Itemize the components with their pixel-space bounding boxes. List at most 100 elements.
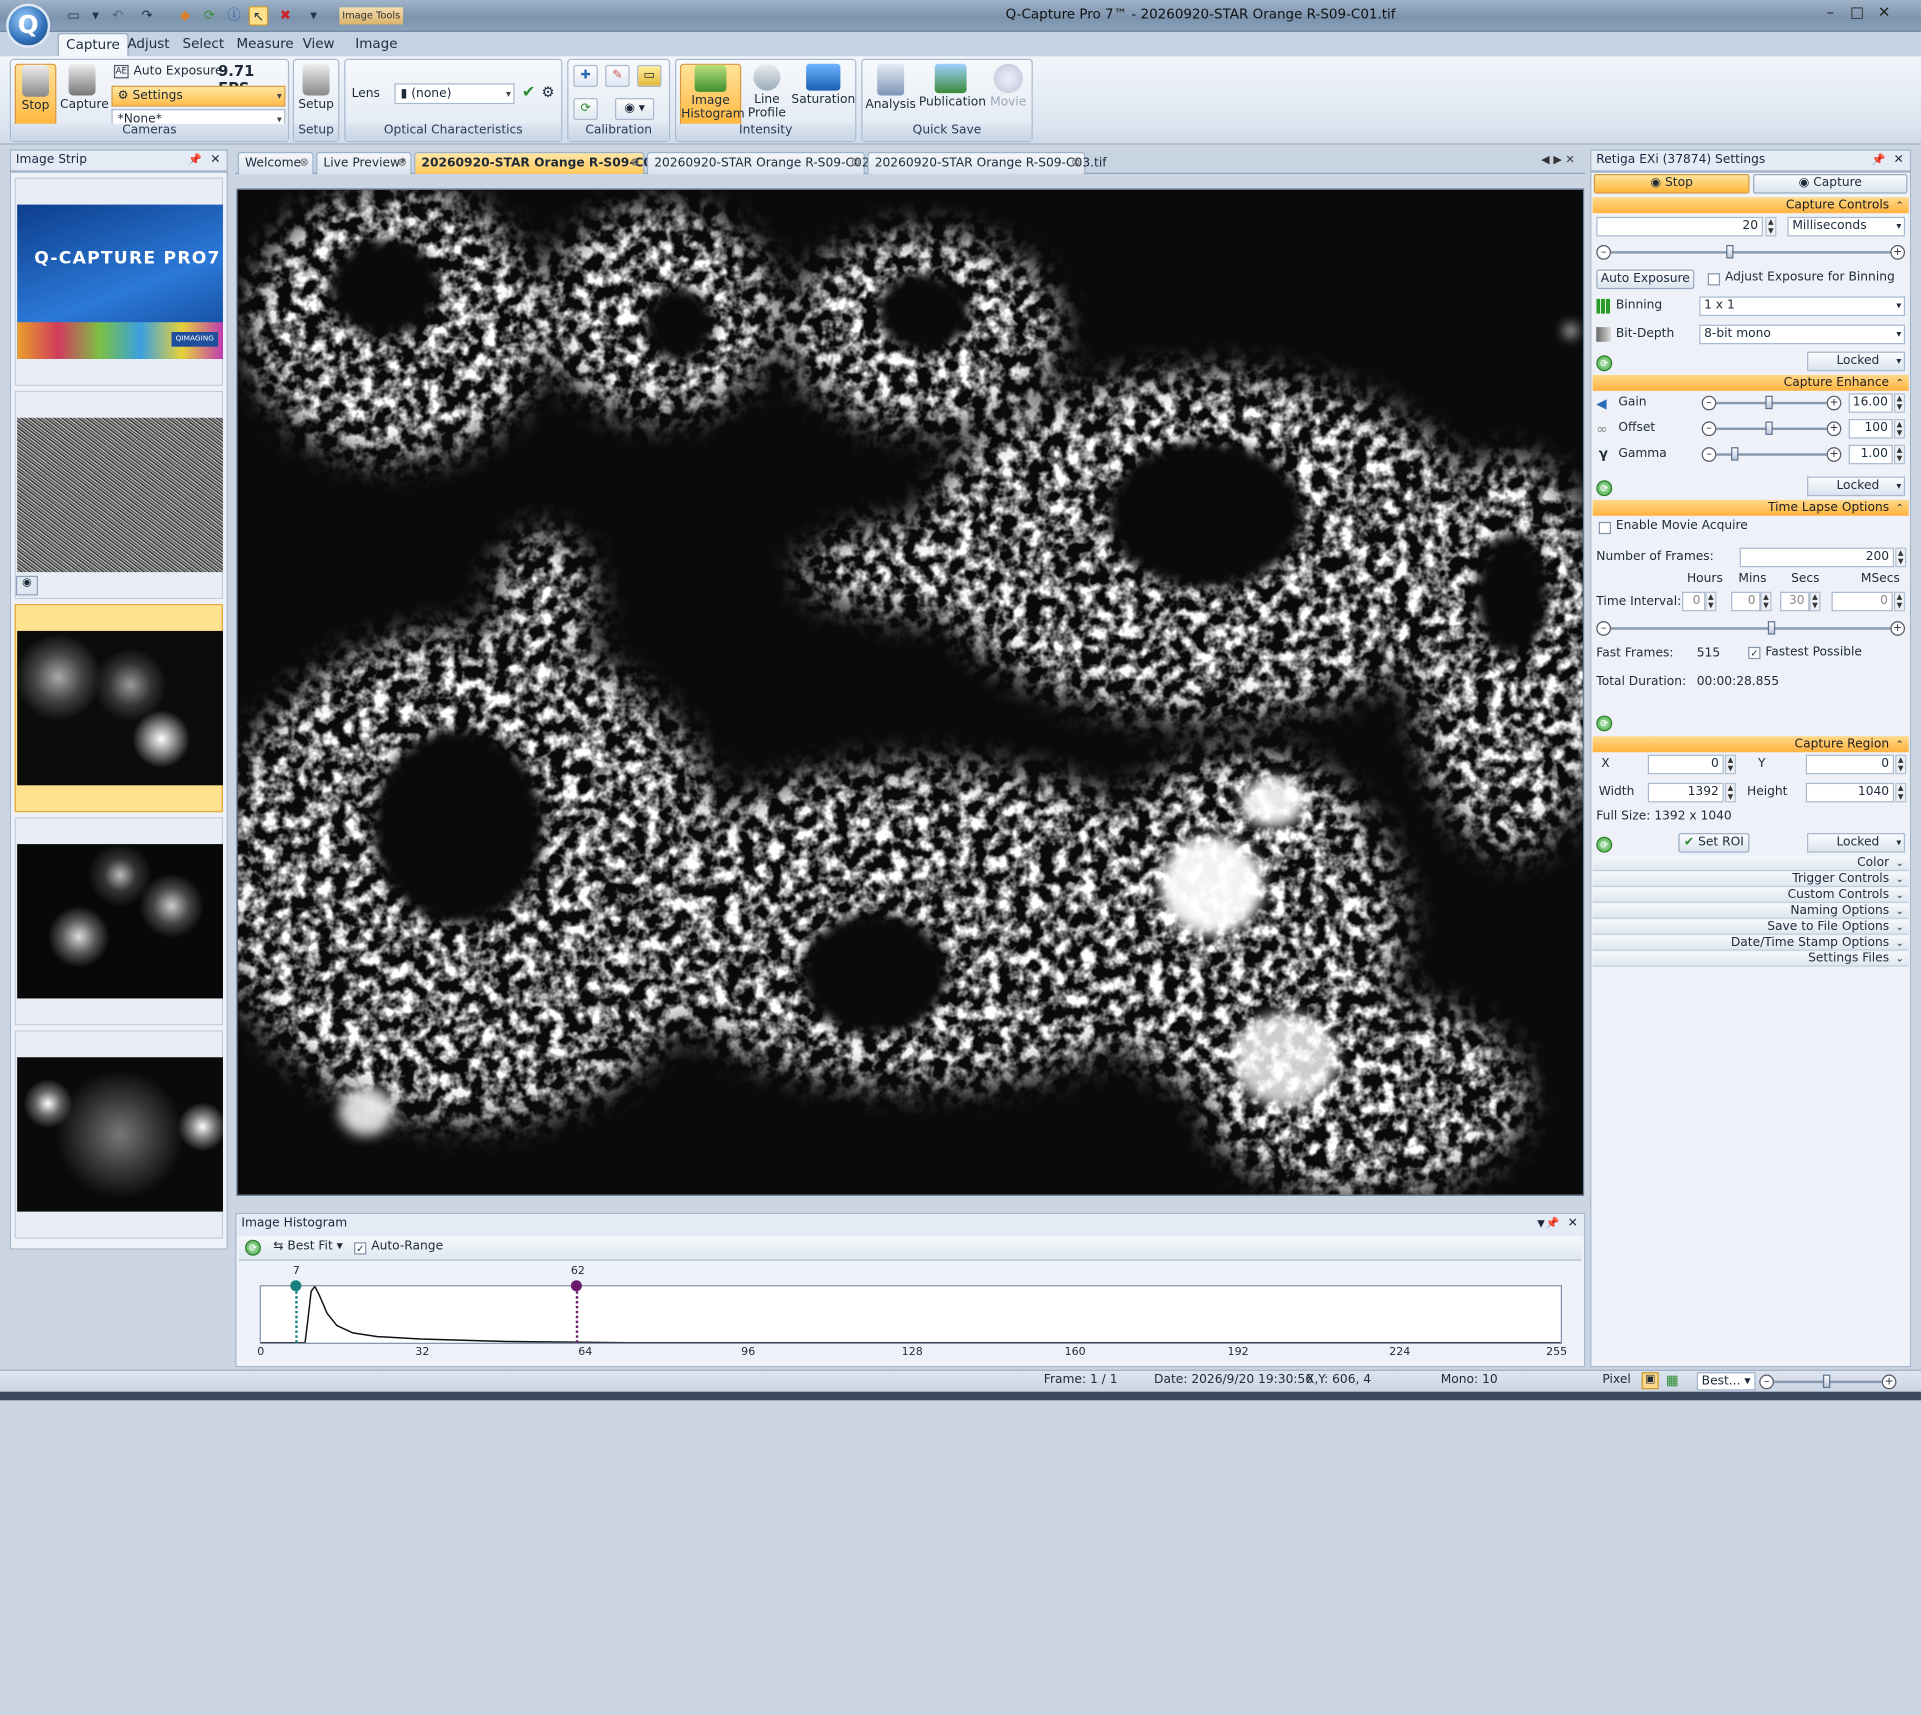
hours-input[interactable]: 0 (1682, 591, 1706, 612)
minus-icon[interactable]: – (1701, 447, 1717, 462)
minus-icon[interactable]: – (1596, 245, 1612, 260)
lens-settings-icon[interactable]: ⚙ (541, 83, 554, 100)
x-spinner[interactable]: ▲ ▼ (1724, 754, 1736, 775)
undo-icon[interactable]: ↶ (108, 6, 128, 26)
height-input[interactable]: 1040 (1805, 782, 1895, 803)
doc-tab-c03[interactable]: 20260920-STAR Orange R-S09-C03.tif ⊗ (867, 151, 1107, 174)
low-marker-handle[interactable] (290, 1280, 302, 1292)
plus-icon[interactable]: + (1881, 1374, 1897, 1390)
thumbnail-welcome[interactable]: Q-CAPTURE PRO7 QIMAGING (14, 177, 223, 386)
minimize-icon[interactable]: – (1818, 2, 1843, 22)
close-tab-icon[interactable]: ⊗ (851, 153, 860, 174)
zoom-select[interactable]: Best... ▾ (1696, 1372, 1756, 1391)
set-roi-button[interactable]: ✔ Set ROI (1678, 833, 1750, 853)
high-marker-handle[interactable] (570, 1280, 582, 1292)
stop-tab-button[interactable]: ◉ Stop (1593, 173, 1750, 194)
minus-icon[interactable]: – (1701, 421, 1717, 437)
enable-movie-checkbox[interactable] (1598, 521, 1612, 535)
saturation-button[interactable]: Saturation (791, 63, 855, 128)
delete-icon[interactable]: ✖ (276, 6, 296, 26)
width-spinner[interactable]: ▲ ▼ (1724, 782, 1736, 803)
gain-input[interactable]: 16.00 (1848, 393, 1893, 413)
capture-controls-header[interactable]: Capture Controls ⌃ (1592, 197, 1909, 214)
lens-dropdown[interactable]: ▮ (none) ▾ (394, 83, 515, 105)
calibrate-time-icon[interactable]: ▭ (637, 64, 662, 87)
bit-depth-select[interactable]: 8-bit mono ▾ (1699, 324, 1906, 345)
doc-tab-welcome[interactable]: Welcome ⊗ (237, 151, 314, 174)
height-spinner[interactable]: ▲ ▼ (1895, 782, 1907, 803)
plus-icon[interactable]: + (1826, 447, 1842, 462)
tab-scroll-icons[interactable]: ◀▶✕ (1541, 154, 1578, 166)
y-input[interactable]: 0 (1805, 754, 1895, 775)
publication-button[interactable]: Publication (919, 63, 986, 128)
secs-spinner[interactable]: ▲ ▼ (1809, 591, 1821, 612)
tab-view[interactable]: View (295, 33, 342, 56)
gain-spinner[interactable]: ▲ ▼ (1894, 393, 1906, 413)
frames-spinner[interactable]: ▲ ▼ (1895, 547, 1907, 568)
pin-icon[interactable]: 📌 (188, 151, 202, 171)
close-tab-icon[interactable]: ⊗ (397, 153, 406, 174)
best-fit-dropdown[interactable]: ⇆ Best Fit ▾ (273, 1240, 343, 1253)
histogram-chart[interactable] (259, 1284, 1563, 1344)
offset-slider[interactable]: – + (1701, 420, 1842, 437)
gamma-slider[interactable]: – + (1701, 446, 1842, 463)
app-menu-button[interactable]: Q (6, 3, 51, 48)
mins-spinner[interactable]: ▲ ▼ (1760, 591, 1772, 612)
tab-capture[interactable]: Capture (57, 33, 129, 57)
reset-icon[interactable]: ⟳ (1596, 715, 1613, 732)
doc-tab-live-preview[interactable]: Live Preview* ⊗ (316, 151, 412, 174)
info-icon[interactable]: ⓘ (224, 6, 244, 26)
close-tab-icon[interactable]: ⊗ (299, 153, 308, 174)
reset-icon[interactable]: ⟳ (1596, 480, 1613, 497)
thumbnail-c03[interactable] (14, 1030, 223, 1239)
calibrate-pen-icon[interactable]: ✎ (605, 64, 630, 87)
minus-icon[interactable]: – (1759, 1374, 1774, 1390)
plus-icon[interactable]: + (1890, 621, 1906, 636)
section-color[interactable]: Color ⌄ (1592, 856, 1909, 872)
plus-icon[interactable]: + (1826, 421, 1842, 437)
msecs-spinner[interactable]: ▲ ▼ (1894, 591, 1906, 612)
secs-input[interactable]: 30 (1780, 591, 1810, 612)
pin-icon[interactable]: 📌 (1872, 151, 1886, 171)
image-histogram-button[interactable]: Image Histogram (679, 63, 745, 128)
auto-exposure-button[interactable]: Auto Exposure (1596, 269, 1695, 290)
capture-tab-button[interactable]: ◉ Capture (1753, 173, 1908, 194)
capture-button[interactable]: Capture (60, 63, 109, 128)
close-icon[interactable]: ✕ (1568, 1214, 1578, 1234)
offset-spinner[interactable]: ▲ ▼ (1894, 418, 1906, 439)
exposure-input[interactable]: 20 (1596, 216, 1763, 237)
binning-select[interactable]: 1 x 1 ▾ (1699, 296, 1906, 317)
tag-icon[interactable]: ◆ (175, 6, 195, 26)
pointer-icon[interactable]: ↖ (248, 6, 269, 26)
close-tab-icon[interactable]: ⊗ (1071, 153, 1080, 174)
capture-region-header[interactable]: Capture Region ⌃ (1592, 736, 1909, 753)
capture-region-locked-select[interactable]: Locked ▾ (1807, 833, 1906, 853)
msecs-input[interactable]: 0 (1831, 591, 1893, 612)
thumbnail-live-preview[interactable]: ◉ (14, 390, 223, 600)
gamma-input[interactable]: 1.00 (1848, 444, 1893, 465)
close-icon[interactable]: ✕ (1872, 2, 1897, 22)
reset-icon[interactable]: ⟳ (1596, 836, 1613, 853)
plus-icon[interactable]: + (1890, 245, 1906, 260)
image-view-icon[interactable]: ▣ (1641, 1372, 1659, 1390)
thumbnail-c02[interactable] (14, 817, 223, 1026)
slider-thumb[interactable] (1767, 621, 1776, 635)
time-lapse-header[interactable]: Time Lapse Options ⌃ (1592, 499, 1909, 516)
main-image-viewer[interactable] (236, 188, 1585, 1196)
gain-slider[interactable]: – + (1701, 394, 1842, 411)
x-input[interactable]: 0 (1647, 754, 1724, 775)
minus-icon[interactable]: – (1701, 395, 1717, 411)
tab-image[interactable]: Image (348, 33, 405, 56)
dropdown-icon[interactable]: ▼ (1537, 1214, 1545, 1234)
analysis-button[interactable]: Analysis (865, 63, 916, 128)
maximize-icon[interactable]: □ (1845, 2, 1870, 22)
tab-select[interactable]: Select (175, 33, 231, 56)
slider-thumb[interactable] (1765, 395, 1773, 410)
minus-icon[interactable]: – (1596, 621, 1612, 636)
tab-adjust[interactable]: Adjust (120, 33, 177, 56)
setup-button[interactable]: Setup (295, 63, 337, 128)
interval-slider[interactable]: – + (1596, 620, 1906, 637)
movie-button[interactable]: Movie (985, 63, 1032, 128)
section-trigger-controls[interactable]: Trigger Controls ⌄ (1592, 872, 1909, 887)
doc-tab-c01[interactable]: 20260920-STAR Orange R-S09-C01.tif ⊗ (414, 151, 680, 174)
